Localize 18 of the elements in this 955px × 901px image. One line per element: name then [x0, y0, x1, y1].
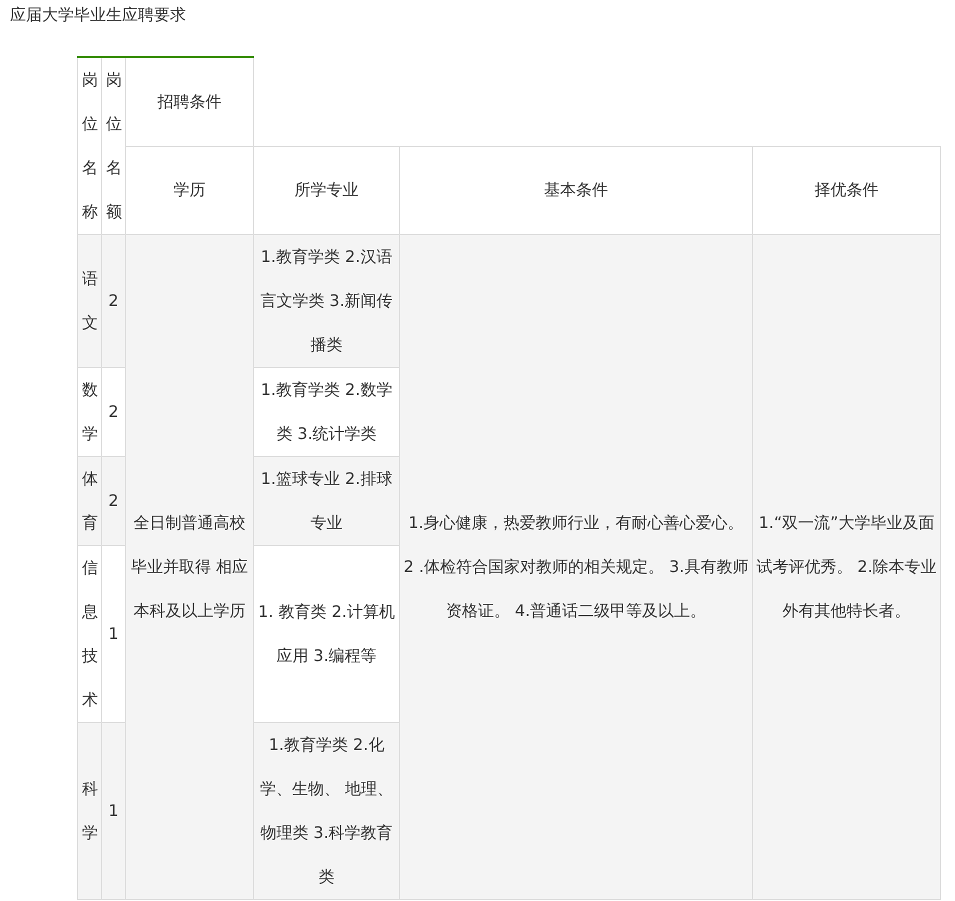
- page-title: 应届大学毕业生应聘要求: [10, 4, 186, 26]
- table-cell: 1.教育学类 2.汉语言文学类 3.新闻传播类: [254, 234, 400, 368]
- table-cell: 1.篮球专业 2.排球专业: [254, 456, 400, 546]
- table-cell: 科学: [78, 722, 102, 900]
- table-cell: 1: [102, 722, 126, 900]
- table-cell: 2: [102, 456, 126, 546]
- table-cell: 2: [102, 234, 126, 368]
- header-cell: 岗位名称: [78, 57, 102, 234]
- header-cell: 招聘条件: [126, 57, 254, 146]
- table-cell: 信息技术: [78, 546, 102, 722]
- table-cell: 语文: [78, 234, 102, 368]
- table-cell: 体育: [78, 456, 102, 546]
- table-cell: 1.教育学类 2.化学、生物、 地理、物理类 3.科学教育类: [254, 722, 400, 900]
- table-cell: 1.身心健康，热爱教师行业，有耐心善心爱心。 2 .体检符合国家对教师的相关规定。 3.具有教师资格证。 4.普通话二级甲等及以上。: [400, 234, 752, 900]
- header-cell: 基本条件: [400, 146, 752, 234]
- table-cell: 数学: [78, 368, 102, 456]
- table-cell: 1.“双一流”大学毕业及面试考评优秀。 2.除本专业外有其他特长者。: [752, 234, 940, 900]
- table-cell: 全日制普通高校毕业并取得 相应本科及以上学历: [126, 234, 254, 900]
